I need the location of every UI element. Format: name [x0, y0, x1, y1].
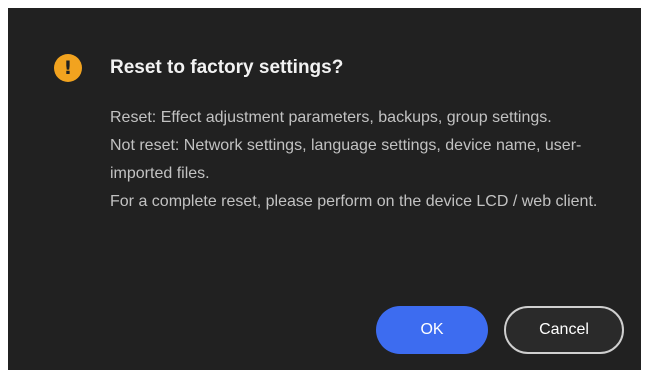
dialog-message: Reset: Effect adjustment parameters, bac… [110, 104, 610, 216]
message-line-not-reset: Not reset: Network settings, language se… [110, 137, 582, 182]
dialog-title: Reset to factory settings? [110, 57, 344, 78]
ok-button[interactable]: OK [376, 306, 488, 354]
reset-dialog: ! Reset to factory settings? Reset: Effe… [8, 8, 641, 370]
warning-icon: ! [54, 54, 82, 82]
message-line-complete-reset: For a complete reset, please perform on … [110, 193, 598, 210]
cancel-button[interactable]: Cancel [504, 306, 624, 354]
message-line-reset: Reset: Effect adjustment parameters, bac… [110, 109, 552, 126]
